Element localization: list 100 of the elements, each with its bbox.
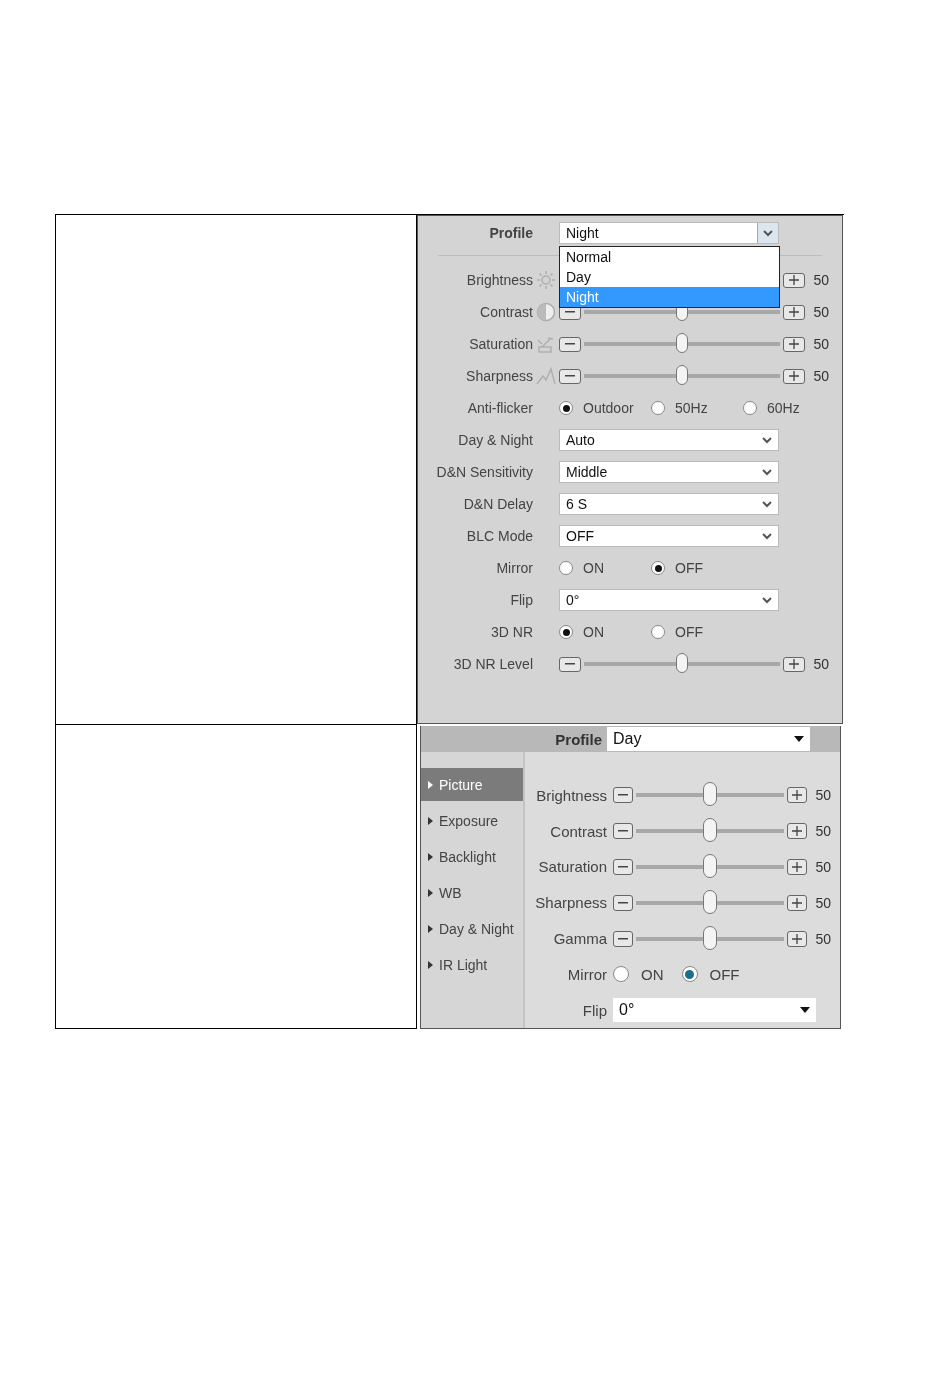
field-label: Gamma — [552, 930, 607, 947]
select-field[interactable]: 0° — [559, 589, 779, 611]
minus-icon — [565, 311, 575, 313]
field-label: Contrast — [549, 822, 607, 840]
radio-label: 50Hz — [675, 400, 708, 416]
menu-item[interactable]: Day & Night — [421, 912, 523, 946]
chevron-icon — [762, 436, 772, 444]
slider-value: 50 — [813, 368, 829, 384]
radio-button[interactable] — [681, 966, 698, 983]
minus-button[interactable] — [613, 823, 633, 840]
minus-button[interactable] — [613, 930, 633, 947]
triangle-icon — [428, 960, 433, 969]
select-field[interactable]: 6 S — [559, 493, 779, 515]
minus-button[interactable] — [613, 858, 633, 875]
chevron-icon — [762, 500, 772, 508]
slider-value: 50 — [813, 304, 829, 320]
plus-icon — [792, 790, 803, 801]
slider-value: 50 — [813, 336, 829, 352]
field-label: Saturation — [468, 336, 533, 352]
contrast-icon — [536, 302, 556, 322]
dropdown-option[interactable]: Day — [560, 267, 779, 287]
slider-thumb[interactable] — [676, 653, 689, 673]
plus-icon — [789, 659, 800, 669]
plus-button[interactable] — [787, 894, 808, 911]
minus-icon — [565, 375, 575, 377]
slider-thumb[interactable] — [676, 365, 689, 385]
field-label: D&N Sensitivity — [435, 464, 533, 480]
minus-icon — [618, 901, 628, 904]
radio-button[interactable] — [559, 561, 573, 575]
minus-button[interactable] — [559, 368, 581, 384]
select-field[interactable]: OFF — [559, 525, 779, 547]
minus-icon — [618, 830, 628, 833]
radio-button[interactable] — [559, 625, 573, 639]
radio-label: OFF — [675, 624, 703, 640]
plus-icon — [792, 933, 803, 944]
field-label: Sharpness — [465, 368, 533, 384]
field-label: Mirror — [566, 965, 607, 983]
radio-label: Outdoor — [583, 400, 634, 416]
slider-thumb[interactable] — [676, 333, 689, 353]
triangle-icon — [428, 816, 433, 825]
chevron-icon — [763, 229, 773, 237]
plus-icon — [792, 861, 803, 872]
field-label: 3D NR — [490, 624, 533, 640]
radio-label: ON — [641, 965, 664, 983]
plus-button[interactable] — [783, 368, 806, 384]
radio-button[interactable] — [651, 561, 665, 575]
plus-button[interactable] — [787, 787, 808, 804]
slider-value: 50 — [815, 787, 831, 804]
slider-thumb[interactable] — [703, 782, 718, 807]
plus-icon — [789, 275, 800, 285]
slider-value: 50 — [815, 858, 831, 875]
minus-button[interactable] — [559, 336, 581, 352]
plus-button[interactable] — [787, 858, 808, 875]
plus-icon — [792, 897, 803, 908]
radio-label: OFF — [709, 965, 740, 983]
dropdown-option[interactable]: Normal — [560, 247, 779, 267]
chevron-icon — [762, 596, 772, 604]
select-field[interactable]: Middle — [559, 461, 779, 483]
field-label: Contrast — [479, 304, 533, 320]
caret-icon — [794, 736, 804, 743]
field-label: Day & Night — [457, 432, 533, 448]
plus-button[interactable] — [783, 656, 806, 672]
select-field[interactable]: 0° — [613, 998, 816, 1023]
chevron-icon — [762, 532, 772, 540]
profile-select[interactable]: Night — [559, 222, 779, 244]
menu-item[interactable]: WB — [421, 876, 523, 910]
caret-icon — [800, 1007, 810, 1014]
slider-thumb[interactable] — [703, 889, 718, 914]
radio-label: OFF — [675, 560, 703, 576]
field-label: Saturation — [537, 858, 607, 876]
radio-button[interactable] — [559, 401, 573, 415]
menu-item[interactable]: Picture — [421, 768, 523, 802]
plus-button[interactable] — [783, 304, 806, 320]
minus-button[interactable] — [613, 894, 633, 911]
radio-button[interactable] — [651, 401, 665, 415]
radio-button[interactable] — [651, 625, 665, 639]
profile-select[interactable]: Day — [607, 727, 810, 752]
slider-value: 50 — [815, 823, 831, 840]
radio-button[interactable] — [613, 966, 629, 983]
menu-item[interactable]: IR Light — [421, 948, 523, 982]
radio-label: ON — [583, 560, 604, 576]
slider-thumb[interactable] — [703, 925, 718, 950]
menu-item[interactable]: Exposure — [421, 804, 523, 838]
plus-button[interactable] — [783, 336, 806, 352]
radio-button[interactable] — [743, 401, 757, 415]
minus-button[interactable] — [559, 656, 581, 672]
slider-thumb[interactable] — [703, 818, 718, 843]
slider-value: 50 — [815, 930, 831, 947]
plus-button[interactable] — [787, 930, 808, 947]
menu-item[interactable]: Backlight — [421, 840, 523, 874]
minus-icon — [565, 343, 575, 345]
plus-button[interactable] — [783, 272, 806, 288]
minus-button[interactable] — [613, 787, 633, 804]
sun-icon — [536, 270, 556, 290]
field-label: Flip — [509, 592, 533, 608]
select-field[interactable]: Auto — [559, 429, 779, 451]
field-label: Sharpness — [534, 894, 607, 912]
plus-button[interactable] — [787, 823, 808, 840]
slider-thumb[interactable] — [703, 853, 718, 878]
field-label: Brightness — [535, 786, 607, 804]
